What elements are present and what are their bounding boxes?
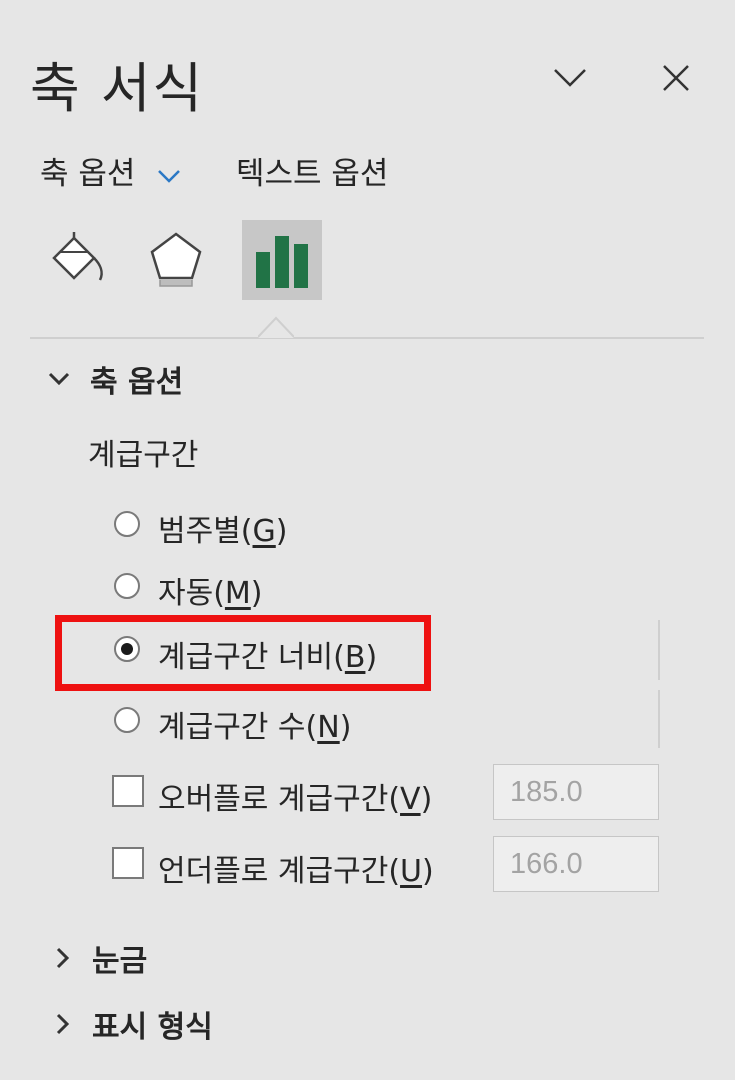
close-button[interactable] <box>652 54 700 102</box>
underflow-bin-checkbox[interactable] <box>112 847 144 879</box>
panel-title: 축 서식 <box>30 57 205 120</box>
divider <box>30 337 704 339</box>
close-icon <box>663 65 689 91</box>
underflow-bin-label[interactable]: 언더플로 계급구간(U) <box>158 846 434 890</box>
tab-axis-options-icon[interactable] <box>242 220 322 300</box>
tab-axis-options-label: 축 옵션 <box>40 156 136 192</box>
radio-number-of-bins-label[interactable]: 계급구간 수(N) <box>158 702 351 746</box>
tab-axis-options[interactable]: 축 옵션 <box>40 148 181 193</box>
radio-by-category-label[interactable]: 범주별(G) <box>158 506 287 550</box>
tab-pointer <box>258 316 294 338</box>
section-number-format-label: 표시 형식 <box>92 1010 213 1045</box>
fill-line-icon <box>52 232 103 281</box>
section-axis-options-label: 축 옵션 <box>90 365 184 400</box>
section-number-format-header[interactable]: 표시 형식 <box>56 1002 213 1046</box>
chevron-right-icon <box>56 1013 70 1035</box>
tab-text-options[interactable]: 텍스트 옵션 <box>236 148 388 193</box>
section-tick-marks-label: 눈금 <box>92 944 148 979</box>
overflow-bin-checkbox[interactable] <box>112 775 144 807</box>
chevron-down-icon <box>158 169 181 183</box>
radio-number-of-bins[interactable] <box>114 707 140 733</box>
effects-pentagon-icon <box>150 232 202 287</box>
section-axis-options-header[interactable]: 축 옵션 <box>48 357 183 401</box>
overflow-bin-label[interactable]: 오버플로 계급구간(V) <box>158 774 432 818</box>
axis-options-chart-icon <box>256 236 308 288</box>
collapse-button[interactable] <box>546 54 594 102</box>
chevron-down-icon <box>48 372 70 386</box>
bins-count-input-edge <box>658 690 660 748</box>
radio-by-category[interactable] <box>114 511 140 537</box>
bin-width-input-edge <box>658 620 660 680</box>
chevron-down-icon <box>554 69 586 87</box>
tab-effects[interactable] <box>136 220 216 300</box>
underflow-bin-input[interactable]: 166.0 <box>493 836 659 892</box>
radio-automatic-label[interactable]: 자동(M) <box>158 568 263 612</box>
bins-label: 계급구간 <box>88 438 199 473</box>
tab-fill-line[interactable] <box>36 220 116 300</box>
radio-automatic[interactable] <box>114 573 140 599</box>
overflow-bin-input[interactable]: 185.0 <box>493 764 659 820</box>
section-tick-marks-header[interactable]: 눈금 <box>56 936 147 980</box>
highlight-box <box>55 615 431 691</box>
chevron-right-icon <box>56 947 70 969</box>
